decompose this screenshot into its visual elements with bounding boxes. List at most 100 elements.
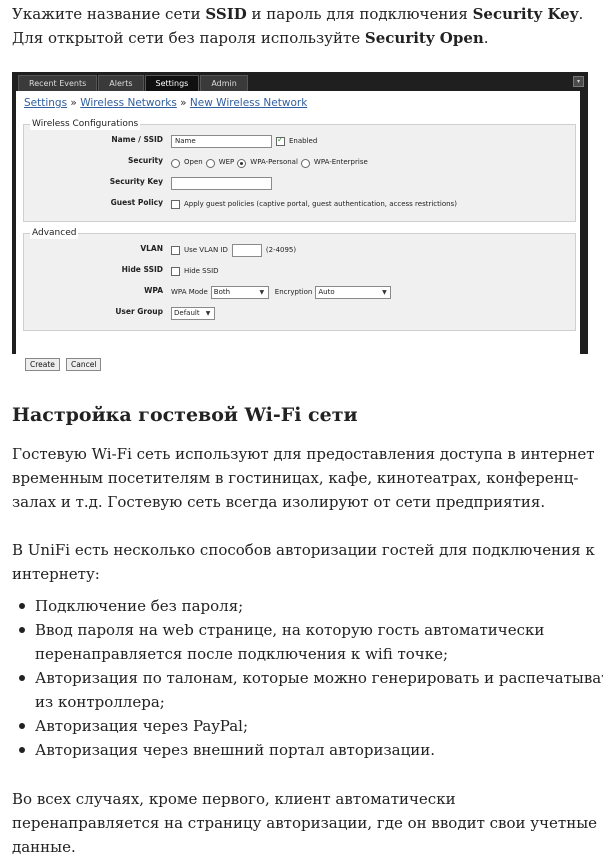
vlan-checkbox[interactable] xyxy=(171,245,180,255)
intro-key-term: Security Key xyxy=(472,5,579,23)
settings-panel: Settings » Wireless Networks » New Wirel… xyxy=(16,91,580,371)
security-wpa-enterprise-label: WPA-Enterprise xyxy=(313,158,368,166)
encryption-label: Encryption xyxy=(274,288,313,296)
bullet-icon xyxy=(19,675,25,681)
auth-methods-intro: В UniFi есть несколько способов авториза… xyxy=(12,541,595,583)
breadcrumb-settings[interactable]: Settings xyxy=(24,97,67,109)
cancel-button[interactable]: Cancel xyxy=(66,358,102,371)
enabled-label: Enabled xyxy=(289,137,318,145)
security-row: Security Open WEP WPA-Personal WPA-Enter… xyxy=(24,154,575,170)
advanced-legend: Advanced xyxy=(30,227,79,239)
user-group-controls: Default ▼ xyxy=(171,305,215,321)
encryption-value: Auto xyxy=(318,287,335,296)
collapse-icon[interactable]: ▾ xyxy=(573,76,584,87)
ssid-label: Name / SSID xyxy=(111,135,163,144)
intro-open-term: Security Open xyxy=(364,29,484,47)
section-heading: Настройка гостевой Wi-Fi сети xyxy=(12,404,358,426)
guest-policy-controls: Apply guest policies (captive portal, gu… xyxy=(171,196,457,212)
guest-policy-checkbox[interactable] xyxy=(171,199,180,209)
list-item-text: Авторизация через PayPal; xyxy=(35,717,249,735)
wpa-mode-select[interactable]: Both ▼ xyxy=(210,285,269,299)
bullet-icon xyxy=(19,723,25,729)
user-group-row: User Group Default ▼ xyxy=(24,305,575,321)
security-label: Security xyxy=(127,156,163,165)
intro-paragraph: Укажите название сети SSID и пароль для … xyxy=(12,2,597,50)
chevron-down-icon: ▼ xyxy=(382,288,387,296)
hide-ssid-controls: Hide SSID xyxy=(171,263,219,279)
create-button[interactable]: Create xyxy=(25,358,60,371)
vlan-text: Use VLAN ID xyxy=(184,246,228,254)
vlan-id-input[interactable] xyxy=(231,243,262,257)
chevron-down-icon: ▼ xyxy=(259,288,265,296)
redirect-paragraph: Во всех случаях, кроме первого, клиент а… xyxy=(12,790,598,856)
list-item-text: Ввод пароля на web странице, на которую … xyxy=(35,621,545,663)
list-item-text: Авторизация через внешний портал авториз… xyxy=(35,741,435,759)
wpa-label: WPA xyxy=(144,286,163,295)
breadcrumb-separator: » xyxy=(180,97,187,109)
list-item: Авторизация через внешний портал авториз… xyxy=(19,738,603,762)
enabled-checkbox[interactable] xyxy=(276,135,285,146)
list-item: Авторизация по талонам, которые можно ге… xyxy=(19,666,603,714)
tab-admin[interactable]: Admin xyxy=(200,75,248,91)
list-item-text: Авторизация по талонам, которые можно ге… xyxy=(35,669,603,711)
tab-alerts[interactable]: Alerts xyxy=(98,75,144,91)
chevron-down-icon: ▼ xyxy=(205,309,211,317)
security-wep-label: WEP xyxy=(218,158,235,166)
breadcrumb-wireless-networks[interactable]: Wireless Networks xyxy=(80,97,177,109)
guest-policy-row: Guest Policy Apply guest policies (capti… xyxy=(24,196,575,212)
security-key-controls xyxy=(171,175,272,191)
top-tabs: Recent Events Alerts Settings Admin xyxy=(18,75,249,91)
wpa-mode-value: Both xyxy=(213,287,231,296)
tab-settings[interactable]: Settings xyxy=(144,75,200,91)
list-item-text: Подключение без пароля; xyxy=(35,597,244,615)
security-wpa-personal-radio[interactable] xyxy=(237,159,247,168)
auth-methods-list: Подключение без пароля; Ввод пароля на w… xyxy=(12,594,603,762)
user-group-select[interactable]: Default ▼ xyxy=(171,306,215,320)
vlan-label: VLAN xyxy=(140,244,163,253)
guest-network-paragraph: Гостевую Wi-Fi сеть используют для предо… xyxy=(12,445,595,511)
breadcrumb: Settings » Wireless Networks » New Wirel… xyxy=(24,97,307,109)
intro-text: и пароль для подключения xyxy=(246,5,473,23)
intro-text: . xyxy=(483,29,489,47)
user-group-label: User Group xyxy=(115,307,163,316)
intro-text: Укажите название сети xyxy=(12,5,206,23)
list-item: Подключение без пароля; xyxy=(19,594,603,618)
wpa-row: WPA WPA Mode Both ▼ Encryption Auto ▼ xyxy=(24,284,575,300)
security-key-input[interactable] xyxy=(171,176,272,190)
ssid-controls: Name Enabled xyxy=(171,133,317,149)
hide-ssid-checkbox[interactable] xyxy=(171,266,180,276)
hide-ssid-label: Hide SSID xyxy=(121,265,163,274)
unifi-screenshot: Recent Events Alerts Settings Admin ▾ Se… xyxy=(12,72,588,371)
breadcrumb-new-network[interactable]: New Wireless Network xyxy=(190,97,307,109)
ssid-row: Name / SSID Name Enabled xyxy=(24,133,575,149)
ssid-input[interactable]: Name xyxy=(171,134,272,148)
encryption-select[interactable]: Auto ▼ xyxy=(315,285,392,299)
guest-policy-label: Guest Policy xyxy=(110,198,163,207)
advanced-fieldset: Advanced VLAN Use VLAN ID (2-4095) Hide … xyxy=(23,227,576,331)
hide-ssid-text: Hide SSID xyxy=(184,267,219,275)
vlan-range: (2-4095) xyxy=(265,246,297,254)
hide-ssid-row: Hide SSID Hide SSID xyxy=(24,263,575,279)
bullet-icon xyxy=(19,627,25,633)
wireless-config-legend: Wireless Configurations xyxy=(30,118,141,130)
breadcrumb-separator: » xyxy=(70,97,77,109)
vlan-controls: Use VLAN ID (2-4095) xyxy=(171,242,296,258)
bullet-icon xyxy=(19,603,25,609)
security-key-row: Security Key xyxy=(24,175,575,191)
security-options: Open WEP WPA-Personal WPA-Enterprise xyxy=(171,154,368,170)
security-wpa-enterprise-radio[interactable] xyxy=(300,159,310,168)
user-group-value: Default xyxy=(174,308,200,317)
security-wep-radio[interactable] xyxy=(205,159,215,168)
security-wpa-personal-label: WPA-Personal xyxy=(250,158,298,166)
security-open-label: Open xyxy=(184,158,203,166)
tab-recent-events[interactable]: Recent Events xyxy=(18,75,98,91)
wpa-controls: WPA Mode Both ▼ Encryption Auto ▼ xyxy=(171,284,392,300)
list-item: Ввод пароля на web странице, на которую … xyxy=(19,618,603,666)
bullet-icon xyxy=(19,747,25,753)
vlan-row: VLAN Use VLAN ID (2-4095) xyxy=(24,242,575,258)
intro-ssid-term: SSID xyxy=(205,5,247,23)
list-item: Авторизация через PayPal; xyxy=(19,714,603,738)
security-open-radio[interactable] xyxy=(171,159,180,168)
security-key-label: Security Key xyxy=(109,177,163,186)
wireless-config-fieldset: Wireless Configurations Name / SSID Name… xyxy=(23,118,576,222)
